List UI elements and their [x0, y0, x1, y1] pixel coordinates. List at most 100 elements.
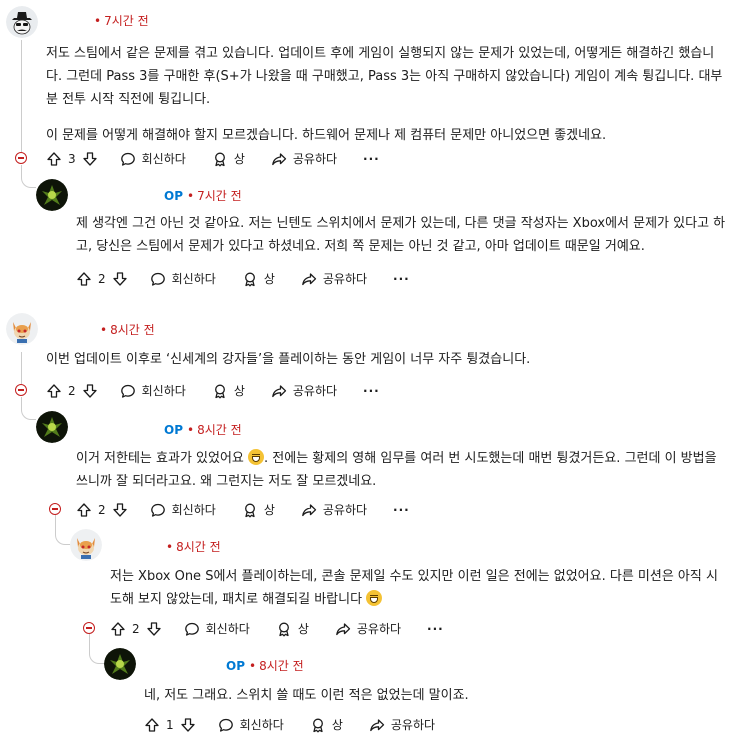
reply-button[interactable]: 회신하다 [218, 716, 284, 733]
reply-button[interactable]: 회신하다 [150, 501, 216, 518]
reply-label: 회신하다 [171, 272, 216, 286]
share-label: 공유하다 [292, 384, 338, 398]
award-label: 상 [263, 503, 275, 517]
award-icon [212, 151, 228, 167]
more-options-button[interactable]: ··· [363, 384, 380, 398]
comment-time: 8시간 전 [110, 323, 155, 337]
redacted-username[interactable] [108, 539, 162, 554]
comment-actions: 2 회신하다 상 공유하다 ··· [110, 620, 444, 637]
downvote-icon [180, 717, 196, 733]
redacted-username[interactable] [140, 658, 222, 673]
comment-paragraph: 저는 Xbox One S에서 플레이하는데, 콘솔 문제일 수도 있지만 이런… [110, 565, 728, 611]
separator-dot: • [100, 322, 108, 337]
reply-button[interactable]: 회신하다 [120, 150, 186, 167]
redacted-username[interactable] [46, 13, 90, 28]
share-button[interactable]: 공유하다 [301, 501, 367, 518]
reply-button[interactable]: 회신하다 [120, 382, 186, 399]
comment-time: 7시간 전 [104, 14, 149, 28]
reply-icon [120, 151, 136, 167]
comment-paragraph: 제 생각엔 그건 아닌 것 같아요. 저는 닌텐도 스위치에서 문제가 있는데,… [76, 216, 726, 254]
vote-count: 2 [98, 271, 106, 286]
award-button[interactable]: 상 [242, 270, 275, 287]
comment-meta: • 7시간 전 [46, 12, 149, 29]
upvote-button[interactable] [76, 271, 92, 287]
collapse-thread-button[interactable] [49, 503, 61, 515]
reply-icon [184, 621, 200, 637]
reply-button[interactable]: 회신하다 [150, 270, 216, 287]
share-button[interactable]: 공유하다 [335, 620, 401, 637]
downvote-button[interactable] [112, 271, 128, 287]
redacted-username[interactable] [76, 188, 160, 203]
upvote-button[interactable] [110, 621, 126, 637]
comment-text: 이거 저한테는 효과가 있었어요 [76, 451, 249, 466]
award-label: 상 [233, 152, 245, 166]
share-label: 공유하다 [322, 272, 368, 286]
user-avatar[interactable] [6, 313, 38, 345]
award-button[interactable]: 상 [212, 150, 245, 167]
more-options-button[interactable]: ··· [393, 503, 410, 517]
comment-time: 8시간 전 [176, 540, 221, 554]
user-avatar[interactable] [104, 648, 136, 680]
op-badge: OP [164, 188, 183, 203]
downvote-button[interactable] [82, 383, 98, 399]
reply-icon [150, 502, 166, 518]
user-avatar[interactable] [36, 179, 68, 211]
downvote-button[interactable] [180, 717, 196, 733]
more-options-button[interactable]: ··· [363, 152, 380, 166]
downvote-button[interactable] [146, 621, 162, 637]
comment-meta: • 8시간 전 [46, 321, 155, 338]
vote-count: 1 [166, 717, 174, 732]
downvote-icon [146, 621, 162, 637]
user-avatar[interactable] [36, 411, 68, 443]
vote-count: 2 [98, 502, 106, 517]
collapse-thread-button[interactable] [15, 384, 27, 396]
upvote-button[interactable] [46, 383, 62, 399]
award-button[interactable]: 상 [242, 501, 275, 518]
comment-time: 8시간 전 [197, 423, 242, 437]
op-badge: OP [164, 422, 183, 437]
share-button[interactable]: 공유하다 [271, 150, 337, 167]
thread-elbow [21, 397, 36, 420]
upvote-button[interactable] [46, 151, 62, 167]
more-options-button[interactable]: ··· [427, 622, 444, 636]
award-label: 상 [297, 622, 309, 636]
op-badge: OP [226, 658, 245, 673]
award-label: 상 [263, 272, 275, 286]
award-button[interactable]: 상 [212, 382, 245, 399]
share-button[interactable]: 공유하다 [271, 382, 337, 399]
comment-actions: 2 회신하다 상 공유하다 ··· [46, 382, 380, 399]
share-button[interactable]: 공유하다 [369, 716, 435, 733]
collapse-thread-button[interactable] [83, 622, 95, 634]
redacted-username[interactable] [46, 322, 96, 337]
downvote-icon [82, 151, 98, 167]
comment-paragraph: 네, 저도 그래요. 스위치 쓸 때도 이런 적은 없었는데 말이죠. [144, 688, 469, 703]
redacted-username[interactable] [76, 422, 160, 437]
user-avatar[interactable] [70, 529, 102, 561]
user-avatar[interactable] [6, 6, 38, 38]
award-button[interactable]: 상 [276, 620, 309, 637]
vote-count: 2 [68, 383, 76, 398]
reply-button[interactable]: 회신하다 [184, 620, 250, 637]
downvote-button[interactable] [112, 502, 128, 518]
downvote-icon [112, 502, 128, 518]
collapse-thread-button[interactable] [15, 152, 27, 164]
comment-paragraph: 이 문제를 어떻게 해결해야 할지 모르겠습니다. 하드웨어 문제나 제 컴퓨터… [46, 128, 607, 143]
upvote-button[interactable] [144, 717, 160, 733]
share-icon [271, 383, 287, 399]
comment-body: 저도 스팀에서 같은 문제를 겪고 있습니다. 업데이트 후에 게임이 실행되지… [46, 42, 730, 147]
comment-body: 네, 저도 그래요. 스위치 쓸 때도 이런 적은 없었는데 말이죠. [144, 684, 724, 707]
reply-icon [150, 271, 166, 287]
award-button[interactable]: 상 [310, 716, 343, 733]
thread-line [21, 40, 22, 152]
comment-actions: 1 회신하다 상 공유하다 [144, 716, 435, 733]
share-label: 공유하다 [322, 503, 368, 517]
share-icon [369, 717, 385, 733]
comment-paragraph: 이거 저한테는 효과가 있었어요 . 전에는 황제의 영해 임무를 여러 번 시… [76, 447, 726, 493]
comment-paragraph: 이번 업데이트 이후로 ‘신세계의 강자들’을 플레이하는 동안 게임이 너무 … [46, 352, 531, 367]
more-options-button[interactable]: ··· [393, 272, 410, 286]
upvote-button[interactable] [76, 502, 92, 518]
comment-paragraph: 저도 스팀에서 같은 문제를 겪고 있습니다. 업데이트 후에 게임이 실행되지… [46, 46, 723, 107]
share-button[interactable]: 공유하다 [301, 270, 367, 287]
downvote-button[interactable] [82, 151, 98, 167]
vote-count: 2 [132, 621, 140, 636]
